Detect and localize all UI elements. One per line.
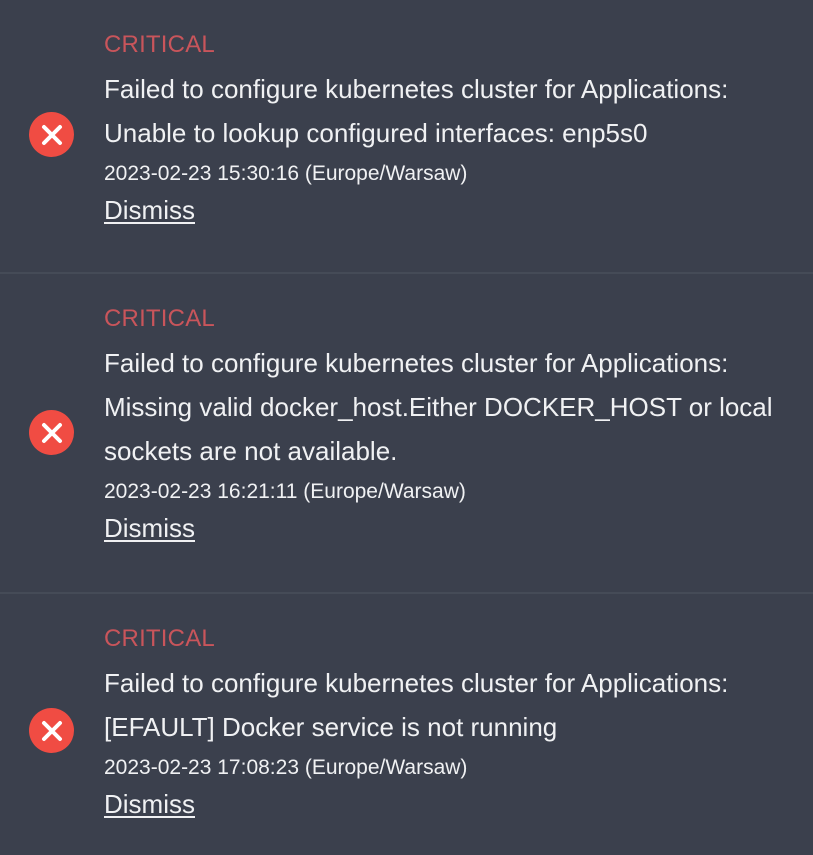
alert-list: CRITICAL Failed to configure kubernetes … [0, 0, 813, 855]
alert-message: Failed to configure kubernetes cluster f… [104, 668, 729, 742]
alert-level: CRITICAL [104, 305, 215, 332]
dismiss-link[interactable]: Dismiss [104, 193, 195, 227]
error-close-icon [29, 708, 74, 753]
alert-datetime: 2023-02-23 15:30:16 (Europe/Warsaw) [104, 162, 468, 185]
dismiss-link[interactable]: Dismiss [104, 787, 195, 821]
alert-level: CRITICAL [104, 625, 215, 652]
error-close-icon [29, 410, 74, 455]
error-close-icon [29, 112, 74, 157]
alert-item: CRITICAL Failed to configure kubernetes … [0, 0, 813, 274]
alert-datetime: 2023-02-23 16:21:11 (Europe/Warsaw) [104, 480, 466, 503]
alert-message: Failed to configure kubernetes cluster f… [104, 74, 729, 148]
alert-level: CRITICAL [104, 31, 215, 58]
alert-datetime: 2023-02-23 17:08:23 (Europe/Warsaw) [104, 756, 468, 779]
dismiss-link[interactable]: Dismiss [104, 511, 195, 545]
alert-item: CRITICAL Failed to configure kubernetes … [0, 274, 813, 594]
alert-item: CRITICAL Failed to configure kubernetes … [0, 594, 813, 855]
alert-message: Failed to configure kubernetes cluster f… [104, 348, 773, 466]
